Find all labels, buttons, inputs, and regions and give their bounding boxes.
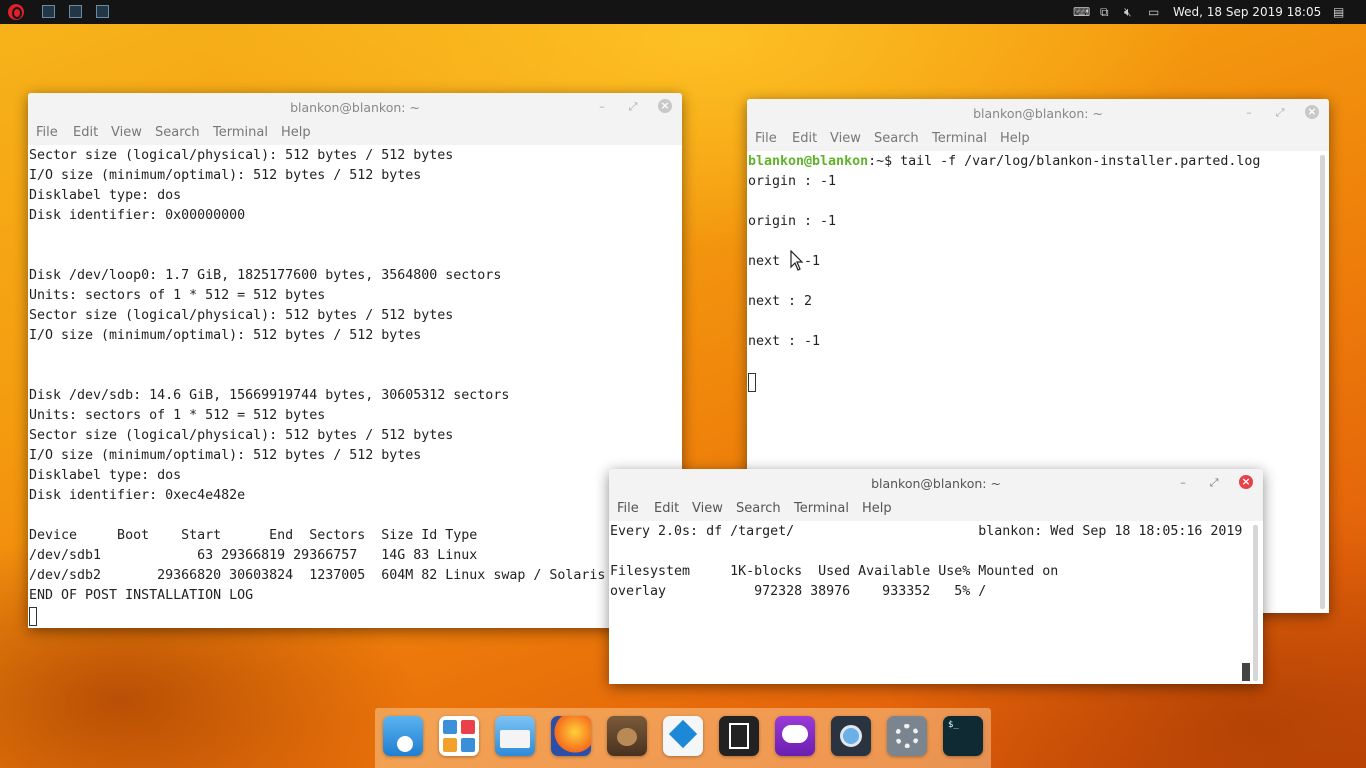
menu-file[interactable]: File [617, 501, 639, 516]
minimize-button[interactable]: – [1242, 106, 1256, 120]
firefox-icon[interactable] [551, 716, 591, 756]
menu-help[interactable]: Help [1000, 131, 1030, 146]
menu-file[interactable]: File [755, 131, 777, 146]
minimize-button[interactable]: – [1176, 476, 1190, 490]
document-viewer-icon[interactable] [719, 716, 759, 756]
maximize-button[interactable]: ⤢ [1207, 476, 1221, 490]
menu-edit[interactable]: Edit [654, 501, 679, 516]
terminal-line: Device Boot Start End Sectors Size Id Ty… [29, 528, 478, 543]
menu-search[interactable]: Search [736, 501, 781, 516]
keyboard-icon[interactable]: ⌨ [1073, 5, 1090, 19]
dock: $_ [375, 708, 991, 768]
menubar: File Edit View Search Terminal Help [747, 127, 1329, 151]
menu-edit[interactable]: Edit [792, 131, 817, 146]
maximize-button[interactable]: ⤢ [626, 100, 640, 114]
terminal-line: Disk identifier: 0xec4e482e [29, 488, 246, 503]
window-titlebar[interactable]: blankon@blankon: ~ – ⤢ × [28, 93, 682, 121]
terminal-icon[interactable]: $_ [943, 716, 983, 756]
menu-view[interactable]: View [111, 125, 142, 140]
menu-help[interactable]: Help [862, 501, 892, 516]
terminal-line: Disk identifier: 0x00000000 [29, 208, 246, 223]
scrollbar[interactable] [1253, 525, 1258, 681]
terminal-output[interactable]: Sector size (logical/physical): 512 byte… [28, 145, 682, 628]
menu-terminal[interactable]: Terminal [932, 131, 987, 146]
battery-icon[interactable]: ▭ [1148, 5, 1159, 19]
mouse-pointer-icon [790, 250, 804, 271]
terminal-line: next : -1 [748, 254, 821, 269]
terminal-line: origin : -1 [748, 214, 837, 229]
text-cursor [748, 373, 756, 392]
menubar: File Edit View Search Terminal Help [28, 121, 682, 145]
files-icon[interactable] [495, 716, 535, 756]
clock[interactable]: Wed, 18 Sep 2019 18:05 [1173, 5, 1321, 19]
gimp-icon[interactable] [607, 716, 647, 756]
taskbar-terminal-icon[interactable] [69, 5, 82, 18]
terminal-line: Filesystem 1K-blocks Used Available Use%… [610, 564, 1059, 579]
menu-view[interactable]: View [692, 501, 723, 516]
close-button[interactable]: × [1239, 475, 1253, 489]
terminal-line: Units: sectors of 1 * 512 = 512 bytes [29, 408, 326, 423]
terminal-line: Sector size (logical/physical): 512 byte… [29, 148, 454, 163]
window-titlebar[interactable]: blankon@blankon: ~ – ⤢ × [609, 469, 1263, 497]
terminal-line: Disklabel type: dos [29, 188, 182, 203]
settings-icon[interactable] [887, 716, 927, 756]
terminal-line: /dev/sdb2 29366820 30603824 1237005 604M… [29, 568, 606, 583]
menu-search[interactable]: Search [155, 125, 200, 140]
prompt-line: blankon@blankon:~$ tail -f /var/log/blan… [748, 152, 1260, 172]
terminal-line: /dev/sdb1 63 29366819 29366757 14G 83 Li… [29, 548, 478, 563]
prompt-command: :~$ tail -f /var/log/blankon-installer.p… [868, 154, 1261, 169]
scrollbar[interactable] [1320, 155, 1325, 609]
terminal-line: Units: sectors of 1 * 512 = 512 bytes [29, 288, 326, 303]
menu-help[interactable]: Help [281, 125, 311, 140]
menu-search[interactable]: Search [874, 131, 919, 146]
chat-icon[interactable] [775, 716, 815, 756]
terminal-line: next : -1 [748, 334, 821, 349]
menubar: File Edit View Search Terminal Help [609, 497, 1263, 521]
network-icon[interactable]: ⧉ [1100, 5, 1109, 19]
menu-view[interactable]: View [830, 131, 861, 146]
taskbar-terminal-icon[interactable] [42, 5, 55, 18]
terminal-line: Every 2.0s: df /target/ blankon: Wed Sep… [610, 524, 1243, 539]
taskbar-terminal-icon[interactable] [96, 5, 109, 18]
terminal-line: I/O size (minimum/optimal): 512 bytes / … [29, 168, 422, 183]
menu-terminal[interactable]: Terminal [794, 501, 849, 516]
maximize-button[interactable]: ⤢ [1273, 106, 1287, 120]
menu-file[interactable]: File [36, 125, 58, 140]
calculator-icon[interactable] [439, 716, 479, 756]
terminal-line: I/O size (minimum/optimal): 512 bytes / … [29, 448, 422, 463]
menu-edit[interactable]: Edit [73, 125, 98, 140]
webcam-icon[interactable] [831, 716, 871, 756]
terminal-line: Disk /dev/loop0: 1.7 GiB, 1825177600 byt… [29, 268, 502, 283]
terminal-line: Disklabel type: dos [29, 468, 182, 483]
close-button[interactable]: × [1305, 105, 1319, 119]
menu-terminal[interactable]: Terminal [213, 125, 268, 140]
scrollbar-thumb[interactable] [1242, 663, 1250, 681]
app-store-icon[interactable] [383, 716, 423, 756]
volume-muted-icon[interactable]: 🔇︎ [1124, 5, 1132, 19]
close-button[interactable]: × [658, 99, 672, 113]
minimize-button[interactable]: – [595, 100, 609, 114]
prompt-user: blankon@blankon [748, 154, 869, 169]
terminal-window-left[interactable]: blankon@blankon: ~ – ⤢ × File Edit View … [28, 93, 682, 628]
terminal-line: Disk /dev/sdb: 14.6 GiB, 15669919744 byt… [29, 388, 510, 403]
text-cursor [29, 607, 37, 626]
terminal-line: overlay 972328 38976 933352 5% / [610, 584, 987, 599]
terminal-line: next : 2 [748, 294, 813, 309]
show-desktop-icon[interactable]: ▤ [1333, 5, 1344, 19]
terminal-output[interactable]: Every 2.0s: df /target/ blankon: Wed Sep… [609, 521, 1263, 684]
terminal-window-bottom[interactable]: blankon@blankon: ~ – ⤢ × File Edit View … [609, 469, 1263, 684]
blankon-menu-icon[interactable] [8, 4, 24, 20]
terminal-line: origin : -1 [748, 174, 837, 189]
terminal-line: Sector size (logical/physical): 512 byte… [29, 308, 454, 323]
top-panel: ⌨ ⧉ 🔇︎ ▭ Wed, 18 Sep 2019 18:05 ▤ [0, 0, 1366, 24]
window-title: blankon@blankon: ~ [871, 476, 1001, 491]
window-title: blankon@blankon: ~ [290, 100, 420, 115]
terminal-line: Sector size (logical/physical): 512 byte… [29, 428, 454, 443]
terminal-line: I/O size (minimum/optimal): 512 bytes / … [29, 328, 422, 343]
window-titlebar[interactable]: blankon@blankon: ~ – ⤢ × [747, 99, 1329, 127]
inkscape-icon[interactable] [663, 716, 703, 756]
terminal-line: END OF POST INSTALLATION LOG [29, 588, 254, 603]
